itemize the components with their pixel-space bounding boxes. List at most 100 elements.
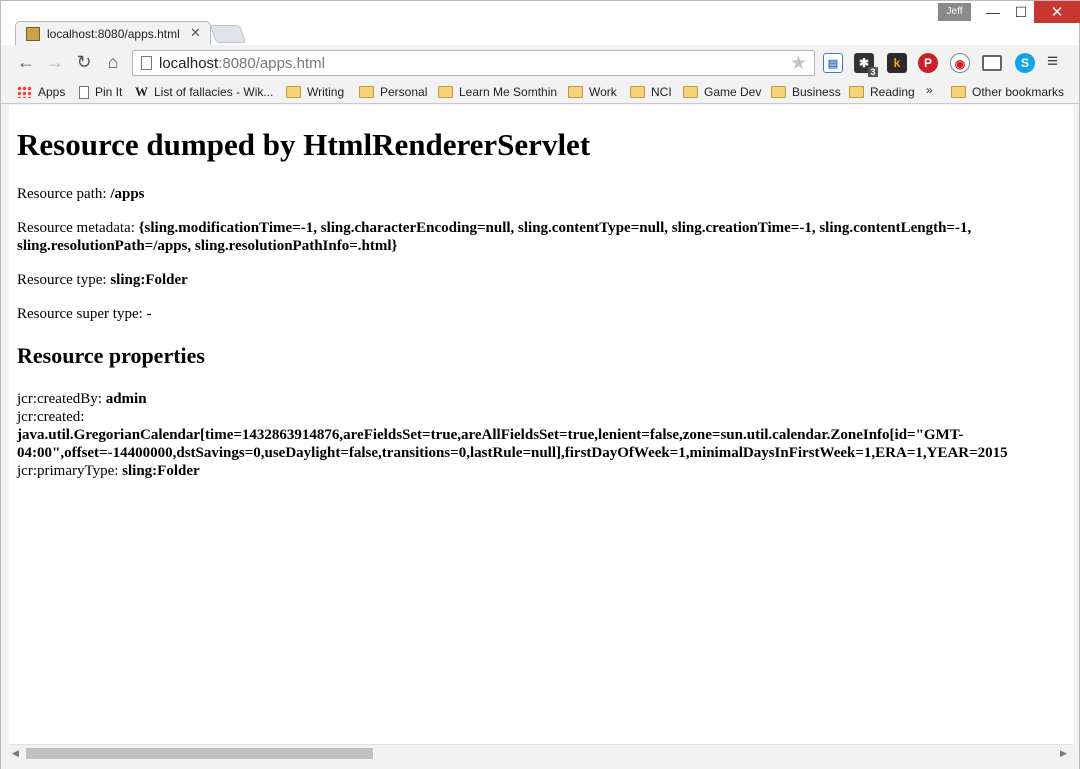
scrollbar-thumb[interactable] [26, 748, 373, 759]
type-label: Resource type: [17, 272, 111, 288]
bookmark-work[interactable]: Work [568, 83, 617, 101]
bookmark-other[interactable]: Other bookmarks [951, 83, 1064, 101]
tab-title: localhost:8080/apps.html [47, 27, 180, 41]
extension-count-badge: 3 [868, 67, 878, 77]
prop-created-label: jcr:created: [17, 409, 85, 425]
bookmark-list-of-fallacies[interactable]: W List of fallacies - Wik... [135, 83, 273, 101]
pinterest-icon[interactable]: P [918, 53, 938, 73]
created-by-value: admin [105, 391, 147, 407]
created-value-line2: 04:00",offset=-14400000,dstSavings=0,use… [17, 445, 1008, 461]
new-tab-button[interactable] [209, 25, 247, 43]
url-host: localhost [159, 55, 219, 72]
reload-button[interactable]: ↻ [73, 51, 95, 73]
bottom-frame [1, 761, 1079, 769]
folder-icon [568, 86, 583, 98]
folder-icon [683, 86, 698, 98]
bookmark-label: Game Dev [704, 85, 762, 99]
folder-icon [286, 86, 301, 98]
bookmark-nci[interactable]: NCI [630, 83, 672, 101]
bookmark-business[interactable]: Business [771, 83, 841, 101]
prop-primary-type: jcr:primaryType: sling:Folder [17, 462, 200, 480]
favicon-icon [26, 27, 40, 41]
pdf-extension-icon[interactable]: ◉ [950, 53, 970, 73]
prop-created-value-line2: 04:00",offset=-14400000,dstSavings=0,use… [17, 444, 1008, 462]
bookmark-label: Writing [307, 85, 345, 99]
folder-icon [771, 86, 786, 98]
bookmark-star-icon[interactable]: ★ [790, 52, 807, 75]
scroll-right-arrow-icon[interactable]: ▶ [1060, 748, 1067, 759]
toolbar: ← → ↻ ⌂ localhost:8080/apps.html ★ ▤ ✱ 3 … [1, 45, 1079, 80]
tab-close-icon[interactable]: ✕ [190, 25, 201, 41]
page-icon [141, 56, 152, 70]
scroll-left-arrow-icon[interactable]: ◀ [12, 748, 19, 759]
menu-icon[interactable]: ≡ [1047, 51, 1058, 73]
minimize-button[interactable]: — [977, 1, 1009, 23]
properties-heading: Resource properties [17, 343, 205, 368]
bookmark-writing[interactable]: Writing [286, 83, 344, 101]
folder-icon [849, 86, 864, 98]
bookmark-label: Reading [870, 85, 915, 99]
maximize-button[interactable]: ☐ [1009, 1, 1033, 23]
right-frame-edge [1073, 105, 1079, 744]
prop-created-value-line1: java.util.GregorianCalendar[time=1432863… [17, 426, 963, 444]
prop-created-by: jcr:createdBy: admin [17, 390, 147, 408]
super-type-label: Resource super type: [17, 306, 147, 322]
path-label: Resource path: [17, 186, 111, 202]
bookmark-label: Work [589, 85, 617, 99]
created-by-label: jcr:createdBy: [17, 391, 106, 407]
title-bar: Jeff — ☐ ✕ localhost:8080/apps.html ✕ [1, 1, 1080, 46]
bookmark-label: Personal [380, 85, 428, 99]
bookmark-label: NCI [651, 85, 672, 99]
browser-window: Jeff — ☐ ✕ localhost:8080/apps.html ✕ ← … [0, 0, 1080, 769]
wikipedia-icon: W [135, 84, 148, 99]
apps-icon [17, 86, 32, 98]
bookmark-pin-it[interactable]: Pin It [79, 83, 122, 101]
bookmarks-overflow-button[interactable]: » [926, 83, 933, 97]
home-button[interactable]: ⌂ [102, 51, 124, 73]
primary-type-value: sling:Folder [122, 463, 200, 479]
resource-super-type: Resource super type: - [17, 305, 152, 323]
k-extension-icon[interactable]: k [887, 53, 907, 73]
created-value-line1: java.util.GregorianCalendar[time=1432863… [17, 427, 964, 443]
type-value: sling:Folder [110, 272, 188, 288]
horizontal-scrollbar[interactable]: ◀ ▶ [9, 744, 1073, 761]
profile-badge[interactable]: Jeff [938, 3, 971, 21]
page-content: Resource dumped by HtmlRendererServlet R… [9, 105, 1073, 744]
bookmarks-bar: Apps Pin It W List of fallacies - Wik... … [1, 80, 1079, 104]
metadata-value-line1: {sling.modificationTime=-1, sling.charac… [138, 220, 972, 236]
metadata-label: Resource metadata: [17, 220, 139, 236]
bookmark-label: List of fallacies - Wik... [154, 85, 274, 99]
folder-icon [359, 86, 374, 98]
bookmark-apps[interactable]: Apps [17, 83, 65, 101]
resource-path: Resource path: /apps [17, 185, 145, 203]
back-button[interactable]: ← [15, 51, 37, 73]
folder-icon [438, 86, 453, 98]
metadata-value-line2: sling.resolutionPath=/apps, sling.resolu… [17, 238, 398, 254]
bookmark-label: Apps [38, 85, 66, 99]
bookmark-label: Other bookmarks [972, 85, 1065, 99]
close-window-button[interactable]: ✕ [1034, 1, 1080, 23]
skype-icon[interactable]: S [1015, 53, 1035, 73]
folder-icon [951, 86, 966, 98]
cast-icon[interactable] [982, 55, 1002, 71]
url-text[interactable]: localhost:8080/apps.html [159, 55, 325, 72]
address-bar[interactable]: localhost:8080/apps.html ★ [132, 50, 815, 76]
primary-type-label: jcr:primaryType: [17, 463, 123, 479]
resource-metadata-cont: sling.resolutionPath=/apps, sling.resolu… [17, 237, 397, 255]
bookmark-learn-me-somthin[interactable]: Learn Me Somthin [438, 83, 557, 101]
bookmark-label: Learn Me Somthin [459, 85, 558, 99]
docs-icon[interactable]: ▤ [823, 53, 843, 73]
bookmark-label: Business [792, 85, 841, 99]
bookmark-game-dev[interactable]: Game Dev [683, 83, 761, 101]
folder-icon [630, 86, 645, 98]
page-icon [79, 85, 89, 99]
puzzle-extension-icon[interactable]: ✱ 3 [854, 53, 878, 77]
tab-active[interactable]: localhost:8080/apps.html ✕ [15, 21, 211, 46]
bookmark-personal[interactable]: Personal [359, 83, 427, 101]
url-path: :8080/apps.html [218, 55, 325, 72]
bookmark-reading[interactable]: Reading [849, 83, 915, 101]
super-type-value: - [146, 306, 152, 322]
bookmark-label: Pin It [95, 85, 123, 99]
forward-button[interactable]: → [44, 51, 66, 73]
path-value: /apps [110, 186, 145, 202]
